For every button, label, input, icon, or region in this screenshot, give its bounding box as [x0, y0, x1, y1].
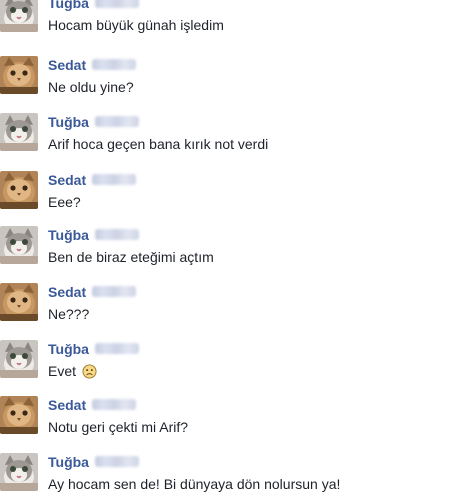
blurred-surname [92, 174, 137, 186]
blurred-surname [94, 116, 139, 128]
cat-avatar-icon[interactable] [0, 283, 38, 321]
blurred-surname [92, 286, 137, 298]
frown-emoji-icon [82, 364, 97, 379]
sender-row: Tuğba [48, 0, 139, 12]
blurred-surname [94, 456, 139, 468]
blurred-surname [92, 399, 137, 411]
chat-message: Sedat Eee? [0, 171, 451, 221]
sender-name[interactable]: Tuğba [48, 454, 89, 470]
blurred-surname [94, 229, 139, 241]
message-text: Eee? [48, 194, 81, 210]
chat-message: Tuğba Arif hoca geçen bana kırık not ver… [0, 113, 451, 163]
sender-name[interactable]: Tuğba [48, 114, 89, 130]
sender-row: Tuğba [48, 453, 139, 471]
sender-name[interactable]: Tuğba [48, 0, 89, 11]
message-text: Hocam büyük günah işledim [48, 17, 224, 33]
message-text: Ben de biraz eteğimi açtım [48, 249, 214, 265]
sender-name[interactable]: Sedat [48, 172, 86, 188]
cat-avatar-icon[interactable] [0, 171, 38, 209]
kitten-avatar-icon[interactable] [0, 340, 38, 378]
blurred-surname [92, 59, 137, 71]
chat-message: Sedat Notu geri çekti mi Arif? [0, 396, 451, 446]
sender-row: Sedat [48, 171, 137, 189]
blurred-surname [94, 0, 139, 9]
kitten-avatar-icon[interactable] [0, 113, 38, 151]
chat-message: Tuğba Ay hocam sen de! Bi dünyaya dön no… [0, 453, 451, 503]
kitten-avatar-icon[interactable] [0, 453, 38, 491]
sender-row: Sedat [48, 56, 137, 74]
sender-name[interactable]: Sedat [48, 57, 86, 73]
sender-row: Tuğba [48, 113, 139, 131]
sender-row: Sedat [48, 396, 137, 414]
chat-message: Tuğba Ben de biraz eteğimi açtım [0, 226, 451, 276]
sender-row: Sedat [48, 283, 137, 301]
sender-row: Tuğba [48, 340, 139, 358]
message-text: Ne oldu yine? [48, 79, 134, 95]
message-text-value: Evet [48, 363, 77, 379]
sender-name[interactable]: Sedat [48, 284, 86, 300]
blurred-surname [94, 343, 139, 355]
sender-name[interactable]: Sedat [48, 397, 86, 413]
chat-message: Tuğba Evet [0, 340, 451, 390]
message-text: Notu geri çekti mi Arif? [48, 419, 189, 435]
message-text: Ne??? [48, 306, 90, 322]
message-text: Ay hocam sen de! Bi dünyaya dön nolursun… [48, 476, 341, 492]
chat-message: Sedat Ne oldu yine? [0, 56, 451, 106]
cat-avatar-icon[interactable] [0, 56, 38, 94]
message-text: Arif hoca geçen bana kırık not verdi [48, 136, 269, 152]
chat-message: Sedat Ne??? [0, 283, 451, 333]
sender-name[interactable]: Tuğba [48, 227, 89, 243]
chat-conversation: Tuğba Hocam büyük günah işledim Sedat Ne… [0, 0, 451, 500]
cat-avatar-icon[interactable] [0, 396, 38, 434]
kitten-avatar-icon[interactable] [0, 0, 38, 32]
sender-name[interactable]: Tuğba [48, 341, 89, 357]
kitten-avatar-icon[interactable] [0, 226, 38, 264]
chat-message: Tuğba Hocam büyük günah işledim [0, 0, 451, 44]
message-text: Evet [48, 363, 97, 380]
sender-row: Tuğba [48, 226, 139, 244]
